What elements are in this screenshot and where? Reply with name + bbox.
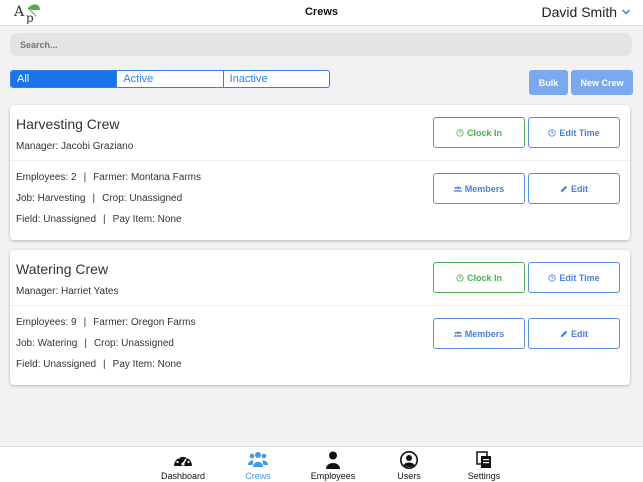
crew-detail-line: Employees: 9 | Farmer: Oregon Farms: [16, 317, 195, 328]
users-icon: [453, 330, 462, 337]
dashboard-gauge-icon: [174, 454, 192, 466]
filter-active[interactable]: Active: [116, 71, 222, 87]
crew-detail-line: Job: Watering | Crop: Unassigned: [16, 338, 174, 349]
edit-label: Edit: [571, 183, 588, 194]
nav-users[interactable]: Users: [379, 451, 439, 481]
edit-time-label: Edit Time: [559, 127, 600, 138]
clock-in-button[interactable]: Clock In: [433, 117, 525, 148]
crew-detail-line: Field: Unassigned | Pay Item: None: [16, 214, 182, 225]
nav-dashboard-label: Dashboard: [160, 471, 206, 481]
user-icon: [326, 451, 340, 469]
pencil-icon: [560, 185, 568, 192]
card-divider: [10, 160, 630, 161]
clock-icon: [456, 128, 464, 137]
nav-dashboard[interactable]: Dashboard: [153, 451, 213, 481]
crew-detail-line: Job: Harvesting | Crop: Unassigned: [16, 193, 182, 204]
pencil-icon: [560, 330, 568, 337]
edit-time-label: Edit Time: [559, 272, 600, 283]
new-crew-button[interactable]: New Crew: [571, 70, 633, 95]
crew-manager: Manager: Harriet Yates: [16, 286, 119, 297]
status-filter: All Active Inactive: [10, 70, 330, 88]
crew-manager: Manager: Jacobi Graziano: [16, 141, 134, 152]
crew-card: Harvesting Crew Manager: Jacobi Graziano…: [10, 105, 630, 240]
nav-crews[interactable]: Crews: [228, 451, 288, 481]
clock-icon: [548, 273, 556, 282]
crew-farmer: Farmer: Oregon Farms: [93, 317, 196, 328]
members-label: Members: [464, 328, 505, 339]
edit-time-button[interactable]: Edit Time: [528, 117, 620, 148]
search-input[interactable]: [10, 33, 632, 56]
clock-icon: [548, 128, 556, 137]
separator: |: [103, 214, 106, 225]
nav-settings-label: Settings: [467, 471, 501, 481]
crew-job: Job: Watering: [16, 338, 78, 349]
crew-job: Job: Harvesting: [16, 193, 86, 204]
crew-employees: Employees: 2: [16, 172, 77, 183]
crew-crop: Crop: Unassigned: [102, 193, 183, 204]
crew-card: Watering Crew Manager: Harriet Yates Emp…: [10, 250, 630, 385]
separator: |: [92, 193, 96, 204]
crew-detail-line: Field: Unassigned | Pay Item: None: [16, 359, 182, 370]
crew-detail-line: Employees: 2 | Farmer: Montana Farms: [16, 172, 201, 183]
clock-in-label: Clock In: [466, 127, 502, 138]
user-circle-icon: [400, 451, 418, 469]
filter-all[interactable]: All: [11, 71, 117, 87]
app-header: A p Crews David Smith: [0, 0, 643, 26]
clock-in-label: Clock In: [466, 272, 502, 283]
separator: |: [83, 172, 87, 183]
nav-employees[interactable]: Employees: [303, 451, 363, 481]
edit-time-button[interactable]: Edit Time: [528, 262, 620, 293]
members-label: Members: [464, 183, 505, 194]
crew-pay-item: Pay Item: None: [112, 359, 182, 370]
user-menu[interactable]: David Smith: [542, 4, 631, 20]
crew-field: Field: Unassigned: [16, 359, 97, 370]
edit-button[interactable]: Edit: [528, 318, 620, 349]
user-name: David Smith: [541, 4, 617, 20]
crew-crop: Crop: Unassigned: [93, 338, 174, 349]
edit-label: Edit: [571, 328, 588, 339]
clock-in-button[interactable]: Clock In: [433, 262, 525, 293]
filter-inactive[interactable]: Inactive: [222, 71, 329, 87]
card-divider: [10, 305, 630, 306]
nav-settings[interactable]: Settings: [454, 451, 514, 481]
nav-employees-label: Employees: [310, 471, 356, 481]
crew-field: Field: Unassigned: [16, 214, 97, 225]
bulk-button[interactable]: Bulk: [529, 70, 568, 95]
crew-employees: Employees: 9: [16, 317, 77, 328]
users-icon: [453, 185, 462, 192]
members-button[interactable]: Members: [433, 173, 525, 204]
crew-pay-item: Pay Item: None: [112, 214, 182, 225]
documents-icon: [476, 451, 491, 468]
users-icon: [248, 452, 268, 467]
bottom-nav: Dashboard Crews Employees Users Settings: [0, 446, 643, 482]
members-button[interactable]: Members: [433, 318, 525, 349]
nav-crews-label: Crews: [245, 471, 271, 481]
separator: |: [84, 338, 87, 349]
nav-users-label: Users: [397, 471, 421, 481]
crew-name: Harvesting Crew: [16, 116, 120, 132]
separator: |: [103, 359, 106, 370]
crew-farmer: Farmer: Montana Farms: [93, 172, 202, 183]
crew-name: Watering Crew: [16, 261, 109, 277]
separator: |: [83, 317, 87, 328]
clock-icon: [456, 273, 464, 282]
edit-button[interactable]: Edit: [528, 173, 620, 204]
chevron-down-icon: [621, 9, 631, 15]
